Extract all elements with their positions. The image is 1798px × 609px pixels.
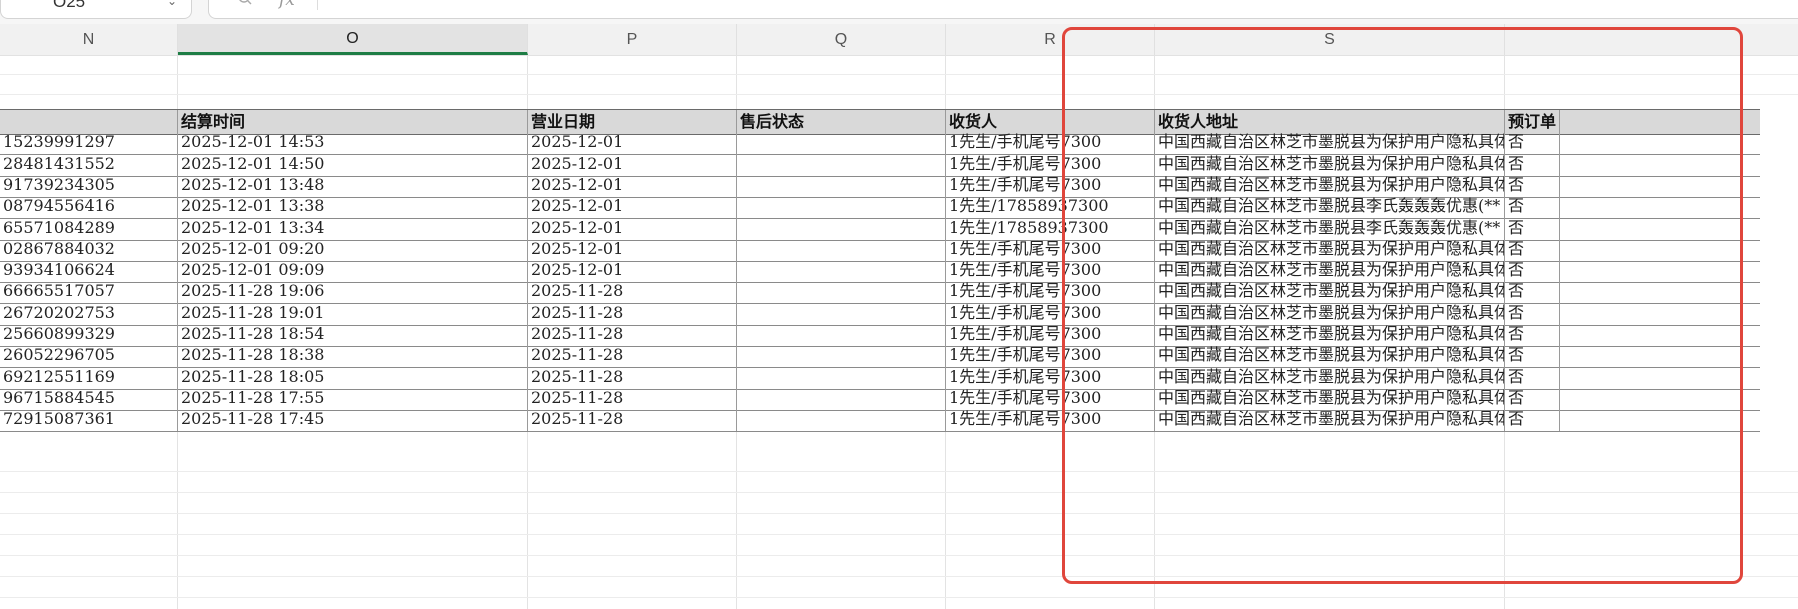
table-cell[interactable]: 2025-12-01 13:38 xyxy=(178,194,528,218)
table-cell[interactable]: 1先生/17858937300 xyxy=(946,194,1155,218)
table-cell[interactable]: 1先生/手机尾号7300 xyxy=(946,407,1155,431)
table-cell[interactable]: 1先生/手机尾号7300 xyxy=(946,279,1155,303)
formula-separator xyxy=(317,0,318,10)
table-cell[interactable]: 2025-12-01 xyxy=(528,130,737,154)
table-cell[interactable]: 66665517057 xyxy=(0,279,178,303)
column-header-p[interactable]: P xyxy=(528,24,737,55)
table-cell[interactable]: 否 xyxy=(1505,343,1560,367)
zoom-icon[interactable] xyxy=(237,0,253,6)
table-cell[interactable]: 1先生/手机尾号7300 xyxy=(946,130,1155,154)
table-cell[interactable]: 2025-11-28 xyxy=(528,279,737,303)
table-cell[interactable]: 26052296705 xyxy=(0,343,178,367)
table-cell[interactable]: 否 xyxy=(1505,194,1560,218)
table-cell[interactable]: 中国西藏自治区林芝市墨脱县为保护用户隐私具体 xyxy=(1155,279,1505,303)
column-header-o[interactable]: O xyxy=(178,24,528,55)
table-cell[interactable]: 中国西藏自治区林芝市墨脱县为保护用户隐私具体 xyxy=(1155,407,1505,431)
cell-reference: O25 xyxy=(53,0,86,11)
table-cell[interactable]: 2025-11-28 xyxy=(528,407,737,431)
column-header-n[interactable]: N xyxy=(0,24,178,55)
table-cell[interactable]: 2025-11-28 18:38 xyxy=(178,343,528,367)
table-cell[interactable]: 否 xyxy=(1505,279,1560,303)
table-cell[interactable]: 2025-12-01 14:53 xyxy=(178,130,528,154)
table-row: 72915087361 2025-11-28 17:45 2025-11-28 1先生… xyxy=(0,407,1760,432)
formula-bar: O25 ⌄ fx xyxy=(0,0,1798,24)
chevron-down-icon[interactable]: ⌄ xyxy=(167,0,177,8)
column-header-bar: N O P Q R S xyxy=(0,24,1798,56)
column-header-r[interactable]: R xyxy=(946,24,1155,55)
table-cell[interactable] xyxy=(737,279,946,303)
table-cell[interactable] xyxy=(737,407,946,431)
table-cell[interactable]: 2025-12-01 xyxy=(528,194,737,218)
formula-input[interactable]: fx xyxy=(208,0,1798,19)
column-header-q[interactable]: Q xyxy=(737,24,946,55)
table-cell[interactable]: 2025-11-28 xyxy=(528,343,737,367)
table-cell[interactable]: 否 xyxy=(1505,130,1560,154)
table-cell[interactable]: 否 xyxy=(1505,407,1560,431)
fx-icon[interactable]: fx xyxy=(279,0,295,10)
table-cell[interactable]: 2025-11-28 19:06 xyxy=(178,279,528,303)
column-header-s[interactable]: S xyxy=(1155,24,1505,55)
table-cell[interactable]: 中国西藏自治区林芝市墨脱县为保护用户隐私具体 xyxy=(1155,343,1505,367)
table-cell[interactable]: 15239991297 xyxy=(0,130,178,154)
table-cell[interactable]: 中国西藏自治区林芝市墨脱县李氏轰轰轰优惠(** xyxy=(1155,194,1505,218)
table-cell[interactable]: 1先生/手机尾号7300 xyxy=(946,343,1155,367)
table-cell[interactable]: 2025-11-28 17:45 xyxy=(178,407,528,431)
table-cell[interactable]: 中国西藏自治区林芝市墨脱县为保护用户隐私具体 xyxy=(1155,130,1505,154)
table-cell[interactable]: 72915087361 xyxy=(0,407,178,431)
column-header-t[interactable] xyxy=(1505,24,1798,55)
table-cell[interactable] xyxy=(737,130,946,154)
name-box[interactable]: O25 ⌄ xyxy=(0,0,192,19)
table-cell[interactable] xyxy=(737,343,946,367)
table-cell[interactable]: 08794556416 xyxy=(0,194,178,218)
table-cell[interactable] xyxy=(737,194,946,218)
